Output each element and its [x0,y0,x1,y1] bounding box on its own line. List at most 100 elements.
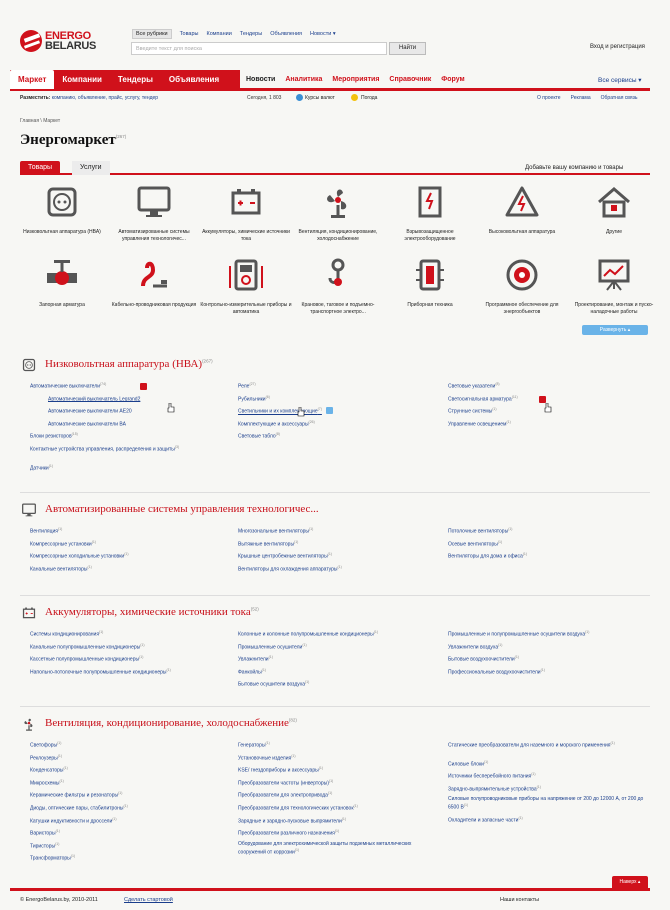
nav-market[interactable]: Маркет [10,70,55,89]
section-title[interactable]: Низковольтная аппаратура (НВА)(267) [45,358,213,370]
category-item[interactable]: Автоматизированные системы управления те… [108,183,200,243]
search-tab-ads[interactable]: Объявления [270,31,302,39]
subcategory-link[interactable]: Автоматические выключатели(74) [30,381,106,390]
nav-tenders[interactable]: Тендеры [110,70,161,89]
contacts-link[interactable]: Наши контакты [500,897,539,903]
subcategory-link[interactable]: Рубильники(6) [238,394,270,403]
subcategory-link[interactable]: Преобразователи частоты (инверторы)(1) [238,778,333,787]
category-item[interactable]: Крановое, таговое и подъемно-транспортно… [292,256,384,316]
search-tab-companies[interactable]: Компании [207,31,232,39]
subcategory-link[interactable]: Профессиональные воздухоочистители(1) [448,667,545,676]
subcategory-link[interactable]: Автоматический выключатель Legrand2 [48,394,140,402]
subcategory-link[interactable]: Промышленные осушители(1) [238,642,307,651]
search-tab-tenders[interactable]: Тендеры [240,31,262,39]
login-link[interactable]: Вход и регистрация [590,44,645,50]
nav-analytics[interactable]: Аналитика [285,70,322,89]
subcategory-link[interactable]: Канальные вентиляторы(1) [30,564,92,573]
subcategory-link[interactable]: Реклоузеры(1) [30,753,62,762]
place-service[interactable]: услугу, [125,95,141,101]
subcategory-link[interactable]: Преобразователи для электропривода(1) [238,790,332,799]
search-tab-news[interactable]: Новости ▾ [310,31,336,39]
category-item[interactable]: Кабельно-проводниковая продукция [108,256,200,309]
subcategory-link[interactable]: Зарядно-выпрямительные устройства(1) [448,784,541,793]
subcategory-link[interactable]: Управление освещением(1) [448,419,511,428]
category-item[interactable]: Вентиляция, кондиционирование, холодосна… [292,183,384,243]
subcategory-link[interactable]: Катушки индуктивности и дроссели(1) [30,816,117,825]
category-item[interactable]: Контрольно-измерительные приборы и автом… [200,256,292,316]
about-link[interactable]: О проекте [537,95,561,101]
subcategory-link[interactable]: Напольно-потолочные полупромышленные кон… [30,667,171,676]
category-item[interactable]: Низковольтная аппаратура (НВА) [16,183,108,236]
subcategory-link[interactable]: Микросхемы(1) [30,778,64,787]
subcategory-link[interactable]: Потолочные вентиляторы(1) [448,526,512,535]
subcategory-link[interactable]: Контактные устройства управления, распре… [30,444,179,453]
category-item[interactable]: Программное обеспечение для энергообъект… [476,256,568,316]
subcategory-link[interactable]: Силовые полупроводниковые приборы на нап… [448,796,648,811]
section-title[interactable]: Автоматизированные системы управления те… [45,503,319,515]
subcategory-link[interactable]: Оборудование для электрохимической защит… [238,841,438,856]
item-action-icon[interactable] [539,396,546,403]
subcategory-link[interactable]: Конденсаторы(1) [30,765,68,774]
nav-forum[interactable]: Форум [441,70,464,89]
category-item[interactable]: Аккумуляторы, химические источники тока [200,183,292,243]
item-action-icon[interactable] [140,383,147,390]
tab-goods[interactable]: Товары [20,161,61,175]
section-title[interactable]: Аккумуляторы, химические источники тока(… [45,606,259,618]
subcategory-link[interactable]: Вентиляция(1) [30,526,62,535]
subcategory-link[interactable]: Фанкойлы(1) [238,667,266,676]
subcategory-link[interactable]: Промышленные и полупромышленные осушител… [448,629,589,638]
place-company[interactable]: компанию, [52,95,77,101]
weather-link[interactable]: Погода [361,95,377,101]
search-tab-goods[interactable]: Товары [180,31,199,39]
subcategory-link[interactable]: Колонные и колонные полупромышленные кон… [238,629,378,638]
subcategory-link[interactable]: Светосигнальная арматура(11) [448,394,518,403]
breadcrumb[interactable]: Главная \ Маркет [20,118,60,124]
subcategory-link[interactable]: Светофоры(1) [30,740,61,749]
subcategory-link[interactable]: Диоды, оптические пары, стабилитроны(1) [30,803,128,812]
nav-reference[interactable]: Справочник [389,70,431,89]
subcategory-link[interactable]: Керамические фильтры и резонаторы(1) [30,790,122,799]
subcategory-link[interactable]: Варисторы(1) [30,828,60,837]
category-item[interactable]: Взрывозащищенное электрооборудование [384,183,476,243]
nav-news[interactable]: Новости [246,70,275,89]
item-action-icon[interactable] [326,407,333,414]
subcategory-link[interactable]: Увлажнители(1) [238,654,273,663]
subcategory-link[interactable]: Канальные полупромышленные кондиционеры(… [30,642,145,651]
subcategory-link[interactable]: Преобразователи различного назначения(1) [238,828,339,837]
search-tab-all[interactable]: Все рубрики [132,29,172,39]
subcategory-link[interactable]: Бытовые воздухоочистители(1) [448,654,519,663]
subcategory-link[interactable]: Светильники и их комплектующие(7) [238,406,322,415]
subcategory-link[interactable]: Тиристоры(1) [30,841,59,850]
search-input[interactable]: Введите текст для поиска [131,42,387,55]
subcategory-link[interactable]: Световые табло(8) [238,431,280,440]
search-button[interactable]: Найти [389,42,426,55]
start-page-link[interactable]: Сделать стартовой [124,897,173,903]
nav-companies[interactable]: Компании [54,70,110,89]
subcategory-link[interactable]: Автоматические выключатели АЕ20 [48,406,132,415]
subcategory-link[interactable]: Генераторы(1) [238,740,270,749]
section-title[interactable]: Вентиляция, кондиционирование, холодосна… [45,717,297,729]
logo[interactable]: ENERGO BELARUS [20,30,96,52]
subcategory-link[interactable]: Компрессорные холодильные установки(1) [30,551,128,560]
subcategory-link[interactable]: Струнные системы(1) [448,406,497,415]
category-item[interactable]: Проектирование, монтаж и пуско-наладочны… [568,256,660,316]
subcategory-link[interactable]: KSE/ гнездоприборы и аксессуары(1) [238,765,323,774]
subcategory-link[interactable]: Осевые вентиляторы(1) [448,539,502,548]
place-tender[interactable]: тендер [142,95,158,101]
subcategory-link[interactable]: Блоки резисторов(15) [30,431,78,440]
subcategory-link[interactable]: Световые указатели(8) [448,381,500,390]
subcategory-link[interactable]: Трансформаторы(1) [30,853,75,862]
subcategory-link[interactable]: Статические преобразователи для наземног… [448,740,615,749]
nav-events[interactable]: Мероприятия [332,70,379,89]
subcategory-link[interactable]: Охладители и запасные части(1) [448,815,523,824]
subcategory-link[interactable]: Автоматические выключатели ВА [48,419,126,427]
subcategory-link[interactable]: Компрессорные установки(1) [30,539,96,548]
subcategory-link[interactable]: Зарядные и зарядно-пусковые выпрямители(… [238,816,346,825]
category-item[interactable]: Высоковольтная аппаратура [476,183,568,236]
subcategory-link[interactable]: Кассетные полупромышленные кондиционеры(… [30,654,143,663]
subcategory-link[interactable]: Вытяжные вентиляторы(1) [238,539,298,548]
subcategory-link[interactable]: Увлажнители воздуха(1) [448,642,502,651]
subcategory-link[interactable]: Реле(27) [238,381,256,390]
subcategory-link[interactable]: Системы кондиционирования(1) [30,629,103,638]
ads-link[interactable]: Реклама [571,95,591,101]
